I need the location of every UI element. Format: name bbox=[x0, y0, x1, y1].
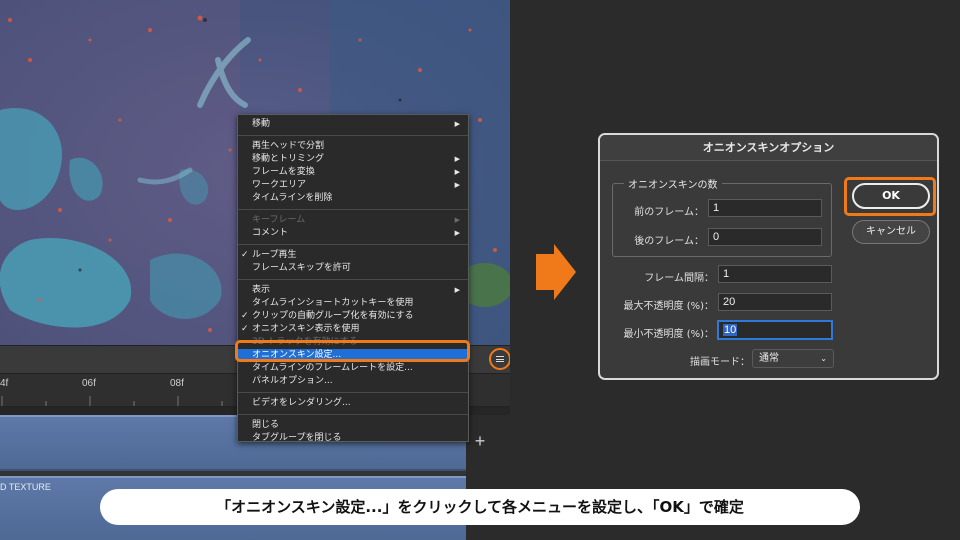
submenu-arrow-icon: ▶ bbox=[454, 229, 460, 237]
arrow-right-icon bbox=[536, 244, 576, 300]
menu-item[interactable]: 再生ヘッドで分割 bbox=[238, 140, 468, 153]
prev-frames-label: 前のフレーム： bbox=[634, 207, 704, 218]
ruler-label: 08f bbox=[170, 378, 184, 389]
max-opacity-label: 最大不透明度 (%)： bbox=[623, 301, 714, 312]
menu-item[interactable]: ✓ オニオンスキン表示を使用 bbox=[238, 323, 468, 336]
menu-item-label: タイムラインを削除 bbox=[252, 193, 333, 203]
dialog-title: オニオンスキンオプション bbox=[600, 135, 937, 161]
menu-item-label: ビデオをレンダリング... bbox=[252, 398, 351, 408]
onion-skin-options-dialog: オニオンスキンオプション オニオンスキンの数 前のフレーム： 1 後のフレーム：… bbox=[598, 133, 939, 380]
menu-separator bbox=[238, 209, 468, 210]
min-opacity-input[interactable]: 10 bbox=[718, 321, 832, 339]
menu-item[interactable]: コメント ▶ bbox=[238, 227, 468, 240]
submenu-arrow-icon: ▶ bbox=[454, 120, 460, 128]
menu-item-label: タイムラインのフレームレートを設定... bbox=[252, 363, 413, 373]
selected-text: 10 bbox=[723, 324, 738, 336]
menu-item-label: キーフレーム bbox=[252, 215, 306, 225]
menu-item-label: 移動とトリミング bbox=[252, 154, 325, 164]
menu-item-label: 移動 bbox=[252, 119, 271, 129]
blend-mode-label: 描画モード： bbox=[690, 357, 750, 368]
menu-separator bbox=[238, 135, 468, 136]
ruler-label: 4f bbox=[0, 378, 9, 389]
menu-item-label: フレームスキップを許可 bbox=[252, 263, 351, 273]
checkmark-icon: ✓ bbox=[241, 324, 249, 334]
submenu-arrow-icon: ▶ bbox=[454, 168, 460, 176]
menu-item[interactable]: タイムラインのフレームレートを設定... bbox=[238, 362, 468, 375]
highlight-ring-onion-skin-settings bbox=[235, 340, 470, 362]
submenu-arrow-icon: ▶ bbox=[454, 181, 460, 189]
menu-item[interactable]: フレームスキップを許可 bbox=[238, 262, 468, 275]
menu-item-label: ワークエリア bbox=[252, 180, 307, 190]
menu-item-label: ループ再生 bbox=[252, 250, 297, 260]
prev-frames-input[interactable]: 1 bbox=[708, 199, 822, 217]
menu-separator bbox=[238, 279, 468, 280]
menu-separator bbox=[238, 414, 468, 415]
menu-separator bbox=[238, 392, 468, 393]
menu-item[interactable]: パネルオプション... bbox=[238, 375, 468, 388]
checkmark-icon: ✓ bbox=[241, 311, 249, 321]
hamburger-icon bbox=[496, 356, 504, 362]
clip-label: D TEXTURE bbox=[0, 482, 51, 492]
frame-spacing-input[interactable]: 1 bbox=[718, 265, 832, 283]
menu-item-label: クリップの自動グループ化を有効にする bbox=[252, 311, 414, 321]
menu-item[interactable]: ✓ クリップの自動グループ化を有効にする bbox=[238, 310, 468, 323]
next-frames-input[interactable]: 0 bbox=[708, 228, 822, 246]
menu-item[interactable]: タイムラインを削除 bbox=[238, 192, 468, 205]
menu-item-label: フレームを変換 bbox=[252, 167, 315, 177]
cancel-button[interactable]: キャンセル bbox=[852, 220, 930, 244]
menu-item[interactable]: フレームを変換 ▶ bbox=[238, 166, 468, 179]
group-title: オニオンスキンの数 bbox=[624, 176, 722, 191]
submenu-arrow-icon: ▶ bbox=[454, 155, 460, 163]
menu-item[interactable]: 移動とトリミング ▶ bbox=[238, 153, 468, 166]
menu-separator bbox=[238, 244, 468, 245]
checkmark-icon: ✓ bbox=[241, 250, 249, 260]
timeline-panel-menu: 移動 ▶ 再生ヘッドで分割 移動とトリミング ▶ フレームを変換 ▶ ワークエリア ▶ タイムライ… bbox=[237, 114, 469, 445]
menu-item[interactable]: 閉じる bbox=[238, 419, 468, 432]
chevron-down-icon: ⌄ bbox=[820, 354, 827, 363]
ruler-label: 06f bbox=[82, 378, 96, 389]
submenu-arrow-icon: ▶ bbox=[454, 216, 460, 224]
menu-item-label: コメント bbox=[252, 228, 289, 238]
menu-item[interactable]: ワークエリア ▶ bbox=[238, 179, 468, 192]
max-opacity-input[interactable]: 20 bbox=[718, 293, 832, 311]
ok-button[interactable]: OK bbox=[852, 183, 930, 209]
menu-item: キーフレーム ▶ bbox=[238, 214, 468, 227]
menu-item-label: パネルオプション... bbox=[252, 376, 333, 386]
blend-mode-select[interactable]: 通常 ⌄ bbox=[752, 349, 834, 368]
menu-item-label: 表示 bbox=[252, 285, 271, 295]
menu-item[interactable]: タブグループを閉じる bbox=[238, 432, 468, 445]
add-track-button[interactable]: + bbox=[471, 432, 489, 450]
menu-item[interactable]: 移動 ▶ bbox=[238, 118, 468, 131]
menu-item-label: 再生ヘッドで分割 bbox=[252, 141, 325, 151]
frame-spacing-label: フレーム間隔： bbox=[644, 273, 714, 284]
menu-item[interactable]: 表示 ▶ bbox=[238, 284, 468, 297]
instruction-caption: 「オニオンスキン設定...」をクリックして各メニューを設定し、「OK」で確定 bbox=[100, 489, 860, 525]
submenu-arrow-icon: ▶ bbox=[454, 286, 460, 294]
panel-menu-button[interactable] bbox=[489, 348, 510, 370]
min-opacity-label: 最小不透明度 (%)： bbox=[623, 329, 714, 340]
menu-item-label: 閉じる bbox=[252, 420, 280, 430]
menu-item[interactable]: ✓ ループ再生 bbox=[238, 249, 468, 262]
menu-item-label: タイムラインショートカットキーを使用 bbox=[252, 298, 414, 308]
menu-item-label: オニオンスキン表示を使用 bbox=[252, 324, 360, 334]
menu-item[interactable]: タイムラインショートカットキーを使用 bbox=[238, 297, 468, 310]
next-frames-label: 後のフレーム： bbox=[634, 236, 704, 247]
blend-mode-value: 通常 bbox=[759, 353, 779, 364]
menu-item-label: タブグループを閉じる bbox=[252, 433, 342, 443]
menu-item[interactable]: ビデオをレンダリング... bbox=[238, 397, 468, 410]
